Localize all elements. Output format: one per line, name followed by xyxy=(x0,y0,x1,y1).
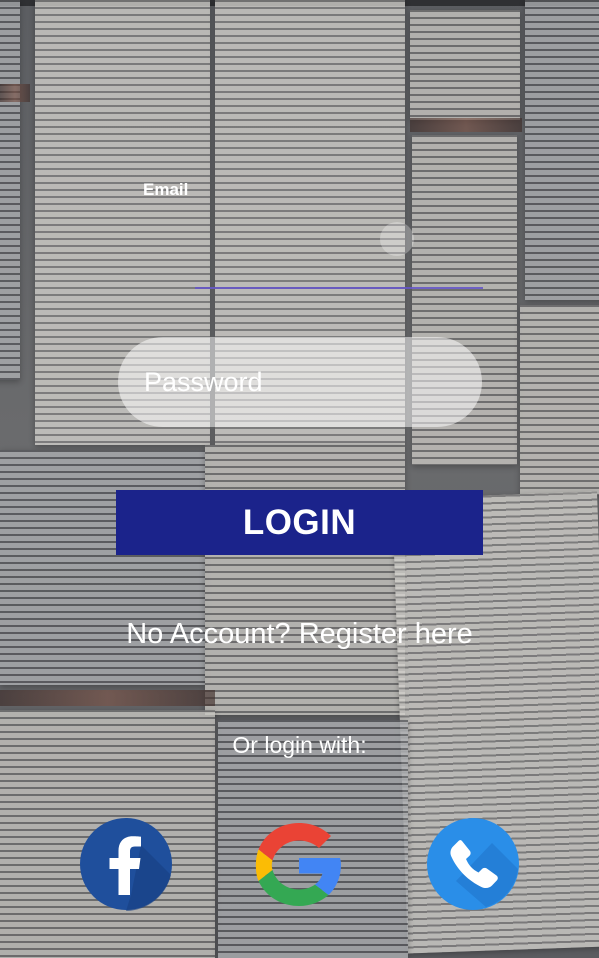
book-page xyxy=(410,10,520,120)
email-label: Email xyxy=(143,180,189,199)
facebook-icon xyxy=(80,818,172,911)
background-books-image xyxy=(0,0,599,958)
or-login-with-label: Or login with: xyxy=(232,732,367,758)
book-spine xyxy=(0,690,215,706)
book-page xyxy=(520,305,599,495)
password-placeholder: Password xyxy=(144,366,263,397)
phone-icon xyxy=(427,818,519,910)
scroll-indicator xyxy=(380,222,414,256)
email-field-underline[interactable] xyxy=(195,287,483,289)
book-page xyxy=(0,0,20,380)
book-spine xyxy=(0,84,30,102)
google-login-button[interactable] xyxy=(252,817,346,911)
register-link[interactable]: No Account? Register here xyxy=(0,618,599,651)
phone-login-button[interactable] xyxy=(426,817,520,911)
book-page xyxy=(205,445,405,715)
book-page xyxy=(525,0,599,300)
login-button[interactable]: LOGIN xyxy=(116,490,483,555)
google-icon xyxy=(255,823,341,906)
facebook-login-button[interactable] xyxy=(79,817,173,911)
password-field[interactable]: Password xyxy=(118,337,482,427)
book-spine xyxy=(410,118,522,132)
